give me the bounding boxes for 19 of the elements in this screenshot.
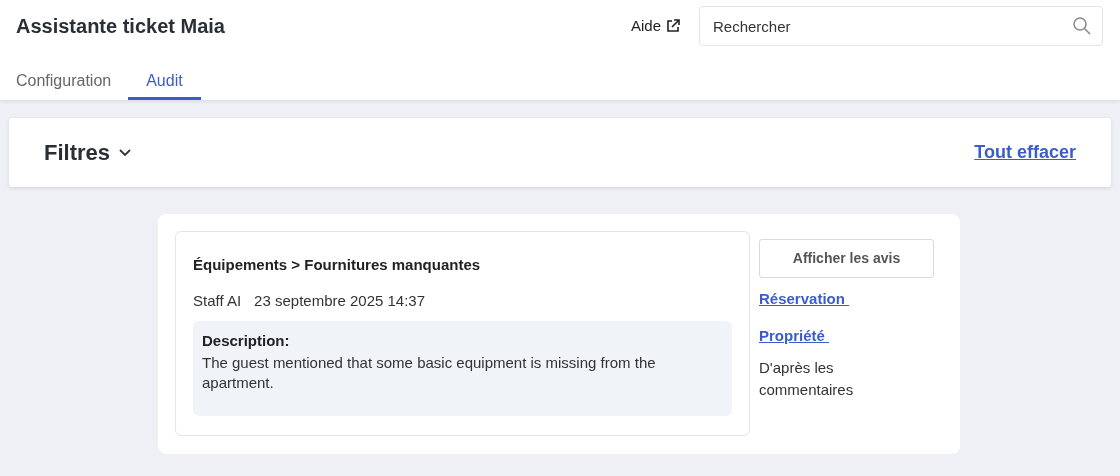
source-note: D'après les commentaires bbox=[759, 358, 855, 400]
show-reviews-button[interactable]: Afficher les avis bbox=[759, 239, 934, 278]
clear-all-link[interactable]: Tout effacer bbox=[974, 139, 1076, 166]
external-link-icon bbox=[665, 18, 681, 34]
ticket-link[interactable]: Réservation bbox=[759, 288, 850, 311]
ticket-author: Staff AI bbox=[193, 290, 242, 311]
filters-toggle[interactable]: Filtres bbox=[44, 136, 133, 169]
tab[interactable]: Audit bbox=[128, 64, 201, 100]
description-label: Description: bbox=[202, 331, 291, 351]
ticket-link[interactable]: Propriété bbox=[759, 324, 830, 347]
search-field[interactable]: Rechercher bbox=[699, 6, 1103, 46]
tab[interactable]: Configuration bbox=[16, 64, 112, 100]
help-link[interactable]: Aide bbox=[630, 14, 681, 38]
chevron-down-icon bbox=[118, 147, 133, 158]
ticket-category: Équipements > Fournitures manquantes bbox=[193, 255, 482, 275]
page-title: Assistante ticket Maia bbox=[16, 14, 226, 39]
ticket-date: 23 septembre 2025 14:37 bbox=[254, 290, 426, 311]
description-text: The guest mentioned that some basic equipment is missing from the apartment. bbox=[202, 352, 657, 393]
search-icon bbox=[1072, 16, 1092, 36]
